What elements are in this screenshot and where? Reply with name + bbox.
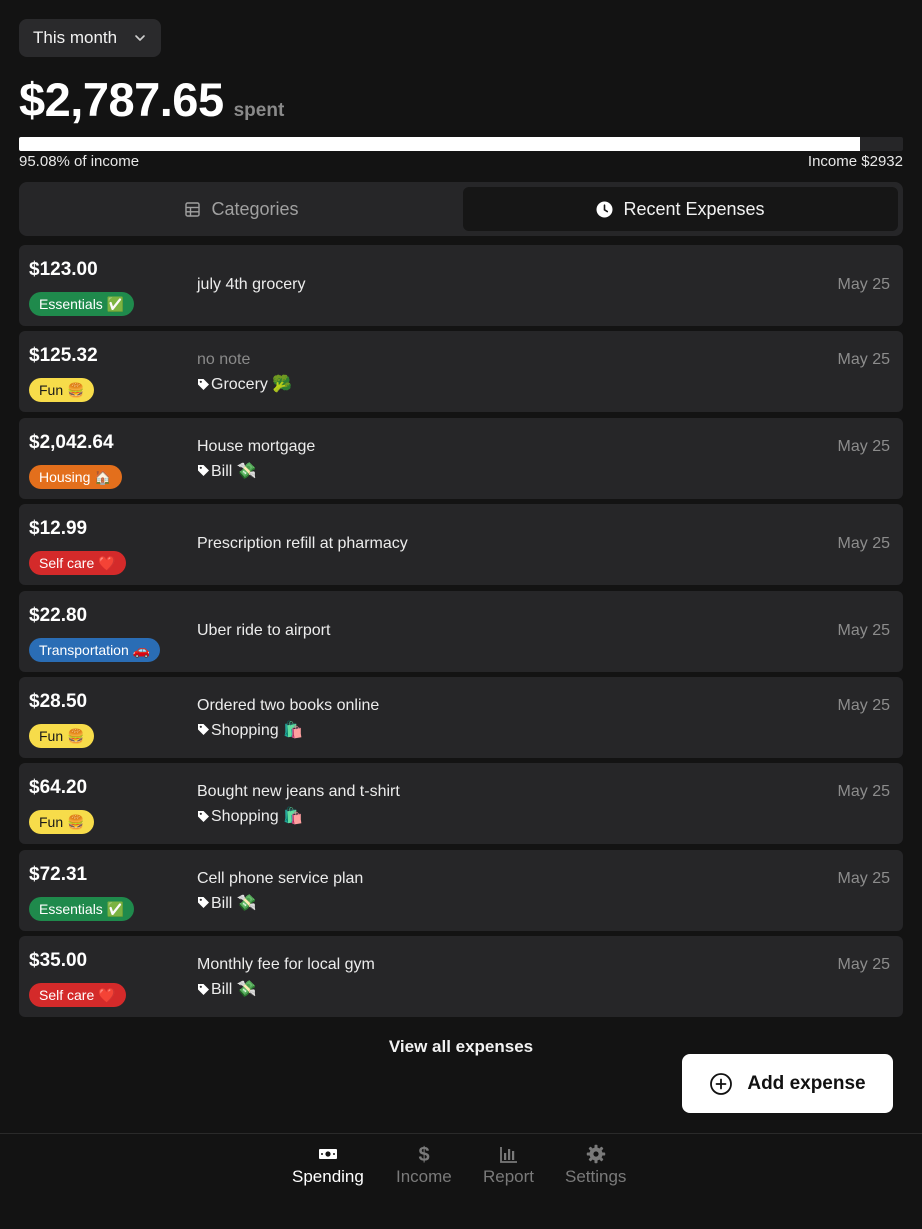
period-select[interactable]: This month bbox=[19, 19, 161, 57]
nav-spending[interactable]: Spending bbox=[292, 1144, 364, 1187]
expense-date: May 25 bbox=[837, 783, 890, 801]
expense-date: May 25 bbox=[837, 535, 890, 553]
tab-categories[interactable]: Categories bbox=[24, 187, 459, 231]
expense-tag: Grocery 🥦 bbox=[197, 374, 292, 394]
income-amount: Income $2932 bbox=[807, 153, 903, 170]
gear-icon bbox=[586, 1144, 605, 1164]
expense-row[interactable]: $125.32 Fun 🍔 no note Grocery 🥦 May 25 bbox=[19, 331, 903, 413]
grid-icon bbox=[185, 201, 201, 217]
chart-icon bbox=[499, 1147, 517, 1163]
expense-tag-label: Bill 💸 bbox=[211, 981, 257, 999]
expense-date: May 25 bbox=[837, 437, 890, 455]
expense-amount: $2,042.64 bbox=[29, 431, 114, 453]
expense-tag-label: Grocery 🥦 bbox=[211, 376, 293, 394]
nav-settings[interactable]: Settings bbox=[565, 1144, 626, 1187]
tag-icon bbox=[198, 983, 209, 995]
expense-tag: Bill 💸 bbox=[197, 979, 257, 999]
nav-report[interactable]: Report bbox=[483, 1144, 534, 1187]
expense-row[interactable]: $2,042.64 Housing 🏠 House mortgage Bill 💸 Ma… bbox=[19, 417, 903, 499]
total-amount: $2,787.65 bbox=[19, 73, 224, 126]
expense-note: Bought new jeans and t-shirt bbox=[197, 783, 400, 801]
expense-row[interactable]: $35.00 Self care ❤️ Monthly fee for local … bbox=[19, 936, 903, 1018]
expense-amount: $123.00 bbox=[29, 259, 98, 280]
expense-row[interactable]: $22.80 Transportation 🚗 Uber ride to airpo… bbox=[19, 590, 903, 672]
expense-date: May 25 bbox=[837, 956, 890, 974]
clock-icon bbox=[596, 201, 613, 217]
dollar-icon: $ bbox=[418, 1144, 429, 1164]
expense-note: Prescription refill at pharmacy bbox=[197, 535, 408, 553]
expense-row[interactable]: $123.00 Essentials ✅ july 4th grocery May 2… bbox=[19, 245, 903, 326]
category-badge: Fun 🍔 bbox=[29, 723, 95, 748]
expense-list: $123.00 Essentials ✅ july 4th grocery May 2… bbox=[19, 245, 903, 1023]
tag-icon bbox=[198, 897, 209, 909]
category-badge: Essentials ✅ bbox=[29, 896, 135, 921]
expense-note: Ordered two books online bbox=[197, 696, 380, 714]
category-badge: Essentials ✅ bbox=[29, 292, 135, 316]
category-badge: Fun 🍔 bbox=[29, 810, 95, 835]
expense-tag: Shopping 🛍️ bbox=[197, 720, 303, 740]
expense-row[interactable]: $72.31 Essentials ✅ Cell phone service pla… bbox=[19, 849, 903, 931]
expense-tag-label: Bill 💸 bbox=[211, 894, 257, 912]
category-badge: Transportation 🚗 bbox=[29, 637, 161, 662]
tab-label: Categories bbox=[211, 198, 299, 219]
category-badge: Self care ❤️ bbox=[29, 551, 126, 576]
expense-note: House mortgage bbox=[197, 437, 316, 455]
expense-row[interactable]: $28.50 Fun 🍔 Ordered two books online Shopp… bbox=[19, 676, 903, 758]
expense-note: july 4th grocery bbox=[197, 276, 306, 293]
cash-icon bbox=[318, 1149, 337, 1159]
expense-tag: Bill 💸 bbox=[197, 461, 257, 481]
nav-label: Income bbox=[396, 1167, 452, 1186]
expense-note: Cell phone service plan bbox=[197, 869, 364, 887]
plus-circle-icon bbox=[710, 1072, 733, 1095]
expense-date: May 25 bbox=[837, 696, 890, 714]
expense-date: May 25 bbox=[837, 351, 890, 369]
expense-tag-label: Shopping 🛍️ bbox=[211, 721, 303, 739]
nav-label: Settings bbox=[565, 1167, 627, 1186]
expense-tag: Bill 💸 bbox=[197, 893, 257, 913]
category-badge: Housing 🏠 bbox=[29, 464, 122, 489]
income-progress-fill bbox=[19, 137, 860, 151]
view-tabs: Categories Recent Expenses bbox=[19, 182, 903, 236]
expense-note: Monthly fee for local gym bbox=[197, 956, 375, 974]
nav-income[interactable]: $ Income bbox=[396, 1144, 452, 1187]
expense-tag-label: Bill 💸 bbox=[211, 462, 257, 480]
expense-note: Uber ride to airport bbox=[197, 621, 331, 639]
percent-of-income: 95.08% of income bbox=[19, 153, 140, 170]
tag-icon bbox=[198, 378, 209, 390]
expense-amount: $12.99 bbox=[29, 518, 88, 540]
add-expense-label: Add expense bbox=[747, 1072, 866, 1094]
expense-tag: Shopping 🛍️ bbox=[197, 806, 303, 826]
expense-amount: $64.20 bbox=[29, 777, 88, 799]
expense-amount: $28.50 bbox=[29, 690, 88, 712]
expense-amount: $35.00 bbox=[29, 950, 88, 972]
expense-amount: $125.32 bbox=[29, 345, 98, 367]
bottom-nav: Spending $ Income Report Settings bbox=[0, 1133, 922, 1229]
add-expense-button[interactable]: Add expense bbox=[682, 1054, 893, 1113]
expense-amount: $22.80 bbox=[29, 604, 88, 626]
category-badge: Self care ❤️ bbox=[29, 983, 126, 1008]
tag-icon bbox=[198, 724, 209, 736]
chevron-down-icon bbox=[135, 35, 145, 41]
expense-amount: $72.31 bbox=[29, 863, 88, 885]
expense-date: May 25 bbox=[837, 276, 890, 293]
tag-icon bbox=[198, 465, 209, 477]
period-label: This month bbox=[33, 28, 118, 47]
expense-row[interactable]: $12.99 Self care ❤️ Prescription refill at… bbox=[19, 504, 903, 586]
svg-text:$: $ bbox=[418, 1144, 429, 1164]
expense-row[interactable]: $64.20 Fun 🍔 Bought new jeans and t-shirt S… bbox=[19, 763, 903, 845]
income-progress-bar bbox=[19, 137, 903, 151]
category-badge: Fun 🍔 bbox=[29, 378, 95, 403]
tab-recent-expenses[interactable]: Recent Expenses bbox=[463, 187, 898, 231]
tab-label: Recent Expenses bbox=[623, 198, 765, 219]
expense-note: no note bbox=[197, 351, 251, 369]
expense-tag-label: Shopping 🛍️ bbox=[211, 808, 303, 826]
tag-icon bbox=[198, 810, 209, 822]
nav-label: Spending bbox=[292, 1167, 364, 1186]
spending-total: $2,787.65 spent bbox=[19, 72, 284, 127]
nav-label: Report bbox=[483, 1167, 535, 1186]
expense-date: May 25 bbox=[837, 869, 890, 887]
spent-label: spent bbox=[233, 100, 285, 121]
expense-date: May 25 bbox=[837, 621, 890, 639]
